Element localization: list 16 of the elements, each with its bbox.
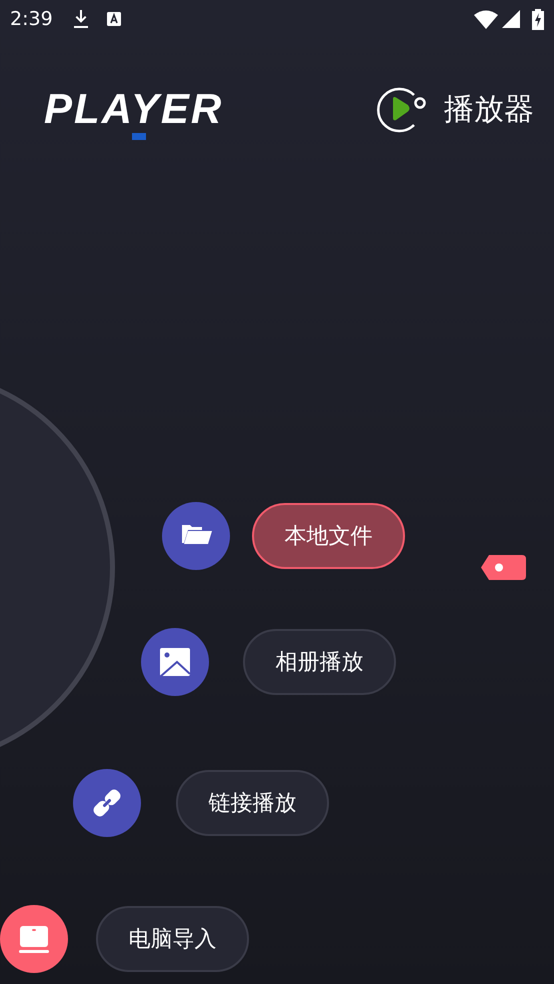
- menu-button[interactable]: 电脑导入: [96, 906, 249, 972]
- keyboard-icon: [106, 12, 121, 26]
- menu-button[interactable]: 链接播放: [176, 770, 329, 836]
- signal-icon: [502, 10, 520, 28]
- app-title: 播放器: [444, 90, 534, 128]
- status-time: 2:39: [10, 6, 53, 32]
- play-icon: [376, 85, 428, 133]
- menu-button[interactable]: 本地文件: [252, 503, 405, 569]
- tag-icon: [481, 555, 526, 580]
- logo-accent: [132, 133, 146, 140]
- battery-icon: [532, 8, 544, 30]
- app-logo: PLAYER: [44, 88, 224, 130]
- menu-button[interactable]: 相册播放: [243, 629, 396, 695]
- image-icon: [158, 645, 192, 679]
- wifi-icon: [474, 10, 498, 28]
- download-icon: [72, 10, 89, 28]
